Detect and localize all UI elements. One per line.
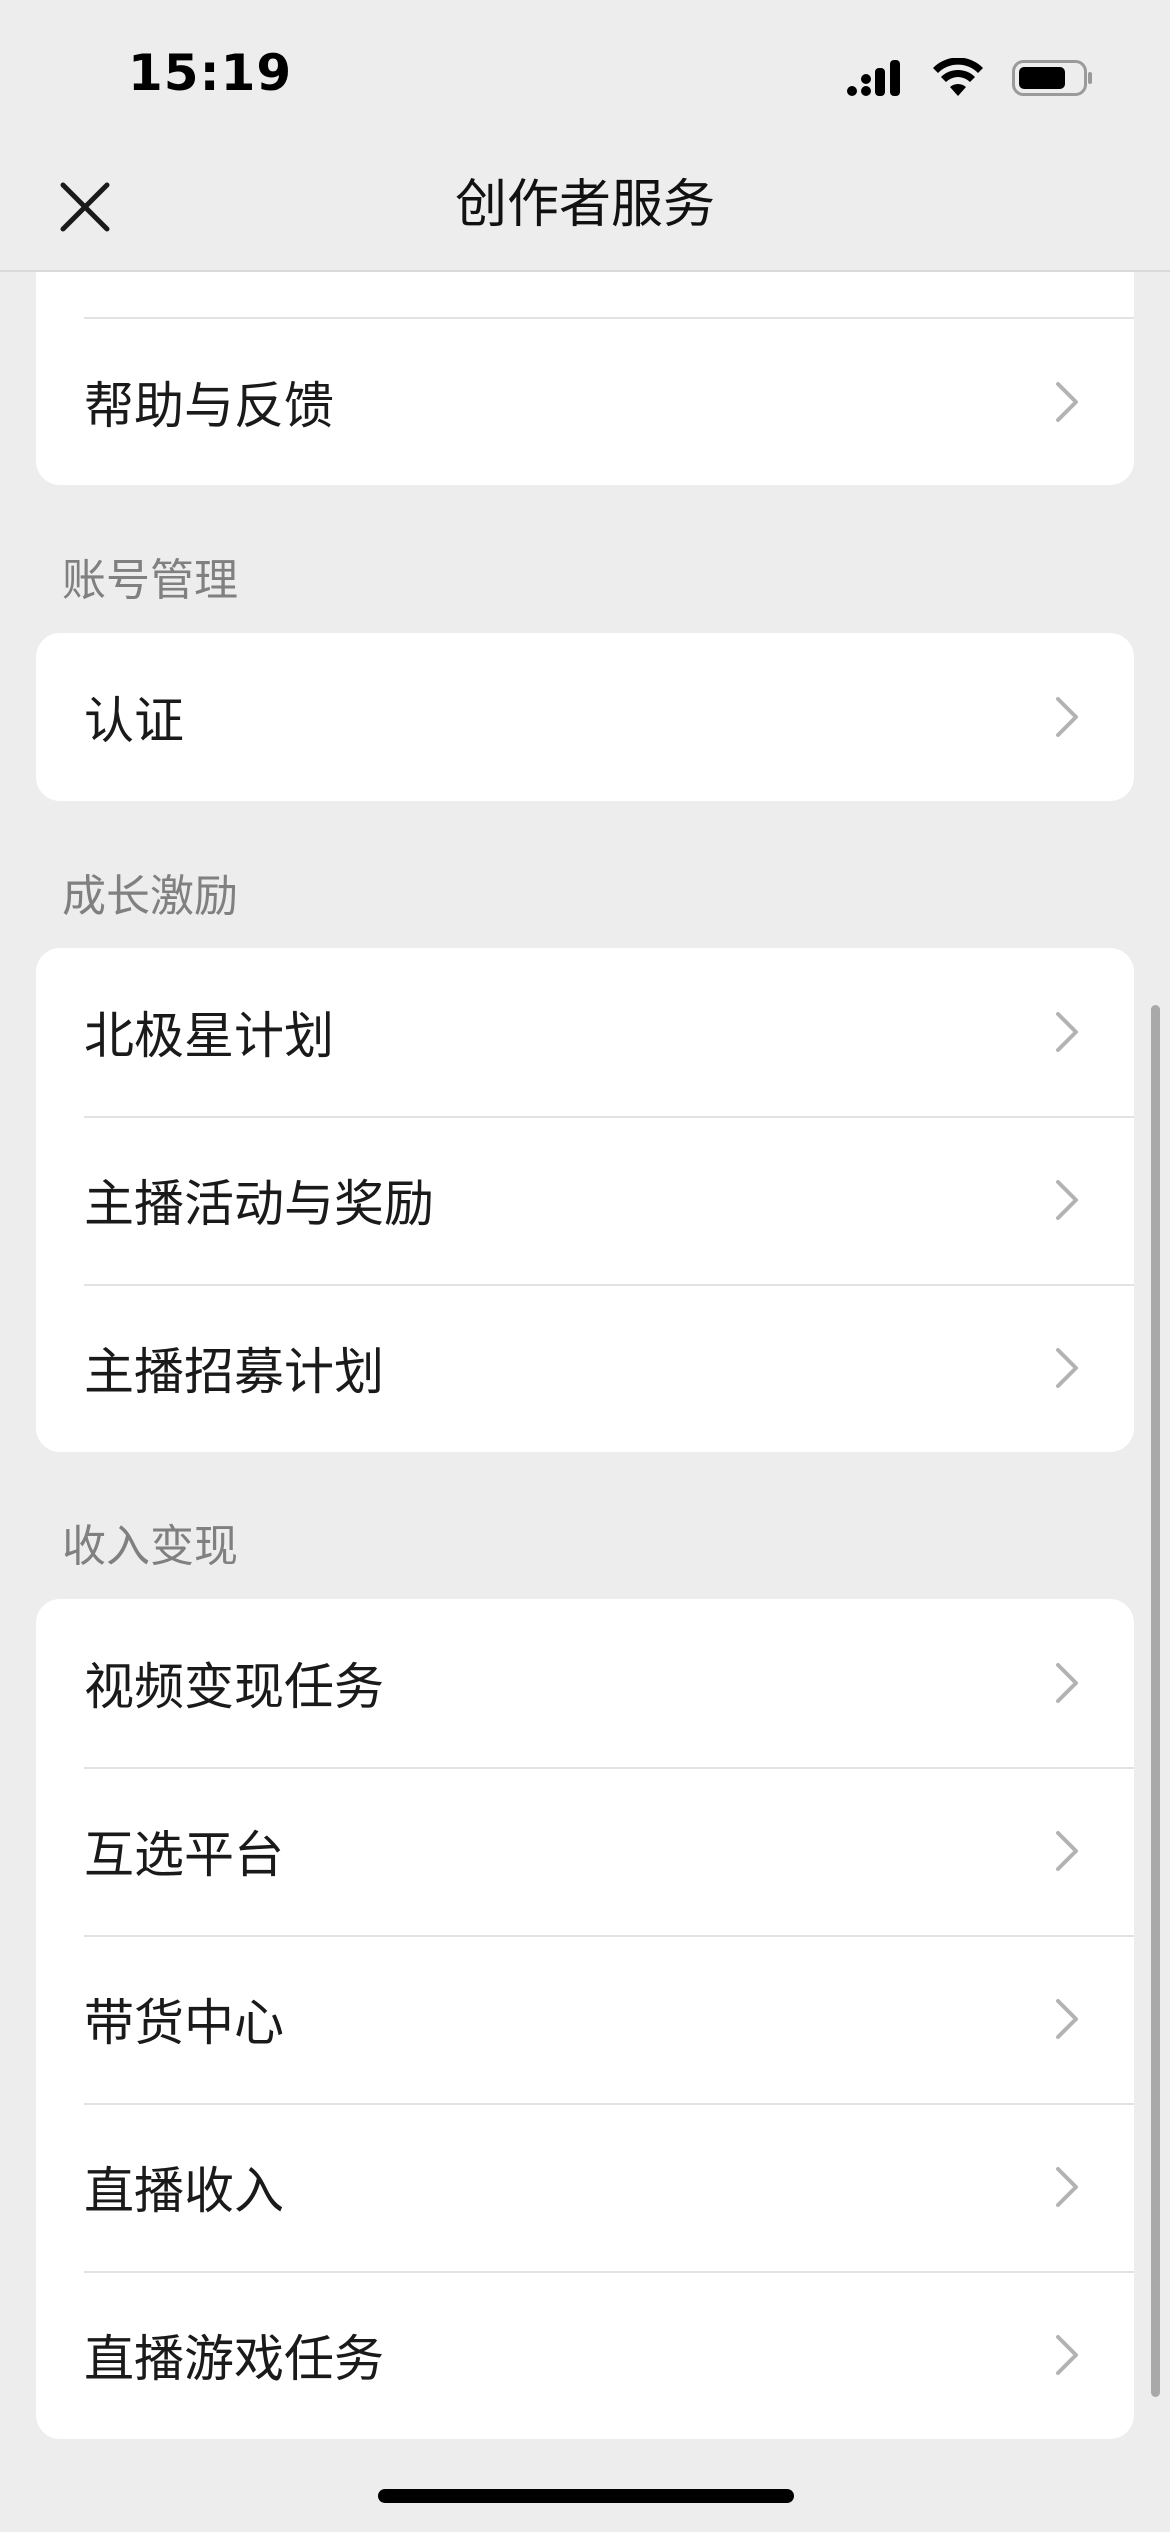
nav-bar: 创作者服务 (0, 140, 1170, 272)
list-item-help-feedback[interactable]: 帮助与反馈 (36, 319, 1134, 485)
chevron-right-icon (1056, 2335, 1078, 2375)
list-item-live-game-tasks[interactable]: 直播游戏任务 (36, 2271, 1134, 2439)
list-item-label: 帮助与反馈 (84, 377, 334, 435)
list-item-certification[interactable]: 认证 (36, 633, 1134, 801)
list-item-streamer-activities[interactable]: 主播活动与奖励 (36, 1116, 1134, 1284)
list-item-label: 直播收入 (84, 2162, 284, 2220)
list-item[interactable] (36, 272, 1134, 317)
chevron-right-icon (1056, 697, 1078, 737)
list-item-label: 直播游戏任务 (84, 2330, 384, 2388)
list-item-label: 主播招募计划 (84, 1343, 384, 1401)
battery-icon (1012, 60, 1092, 96)
list-item-label: 北极星计划 (84, 1007, 334, 1065)
chevron-right-icon (1056, 1663, 1078, 1703)
settings-card-growth: 北极星计划 主播活动与奖励 主播招募计划 (36, 948, 1134, 1452)
status-bar: 15:19 (0, 0, 1170, 140)
section-title-account: 账号管理 (62, 555, 238, 606)
section-title-monetization: 收入变现 (62, 1521, 238, 1572)
close-icon[interactable] (58, 180, 112, 234)
chevron-right-icon (1056, 382, 1078, 422)
list-item-video-monetization[interactable]: 视频变现任务 (36, 1599, 1134, 1767)
list-item-label: 带货中心 (84, 1994, 284, 2052)
page-title: 创作者服务 (454, 175, 715, 235)
home-indicator[interactable] (378, 2489, 794, 2503)
chevron-right-icon (1056, 2167, 1078, 2207)
status-time: 15:19 (128, 44, 293, 102)
wifi-icon (933, 58, 983, 96)
list-item-streamer-recruitment[interactable]: 主播招募计划 (36, 1284, 1134, 1452)
section-title-growth: 成长激励 (62, 871, 238, 922)
list-item-mutual-selection[interactable]: 互选平台 (36, 1767, 1134, 1935)
chevron-right-icon (1056, 1348, 1078, 1388)
list-item-polaris-plan[interactable]: 北极星计划 (36, 948, 1134, 1116)
scrollbar[interactable] (1151, 1005, 1160, 2397)
cellular-signal-icon (847, 60, 900, 96)
status-icons (846, 50, 1094, 106)
list-item-label: 视频变现任务 (84, 1658, 384, 1716)
chevron-right-icon (1056, 1180, 1078, 1220)
settings-card-monetization: 视频变现任务 互选平台 带货中心 直播收入 直播游戏任务 (36, 1599, 1134, 2439)
list-item-label: 主播活动与奖励 (84, 1175, 434, 1233)
settings-card-account: 认证 (36, 633, 1134, 801)
settings-card-help: 帮助与反馈 (36, 272, 1134, 485)
list-item-label: 互选平台 (84, 1826, 284, 1884)
chevron-right-icon (1056, 1831, 1078, 1871)
list-item-live-income[interactable]: 直播收入 (36, 2103, 1134, 2271)
list-item-sales-center[interactable]: 带货中心 (36, 1935, 1134, 2103)
chevron-right-icon (1056, 1999, 1078, 2039)
list-item-label: 认证 (84, 692, 184, 750)
chevron-right-icon (1056, 1012, 1078, 1052)
